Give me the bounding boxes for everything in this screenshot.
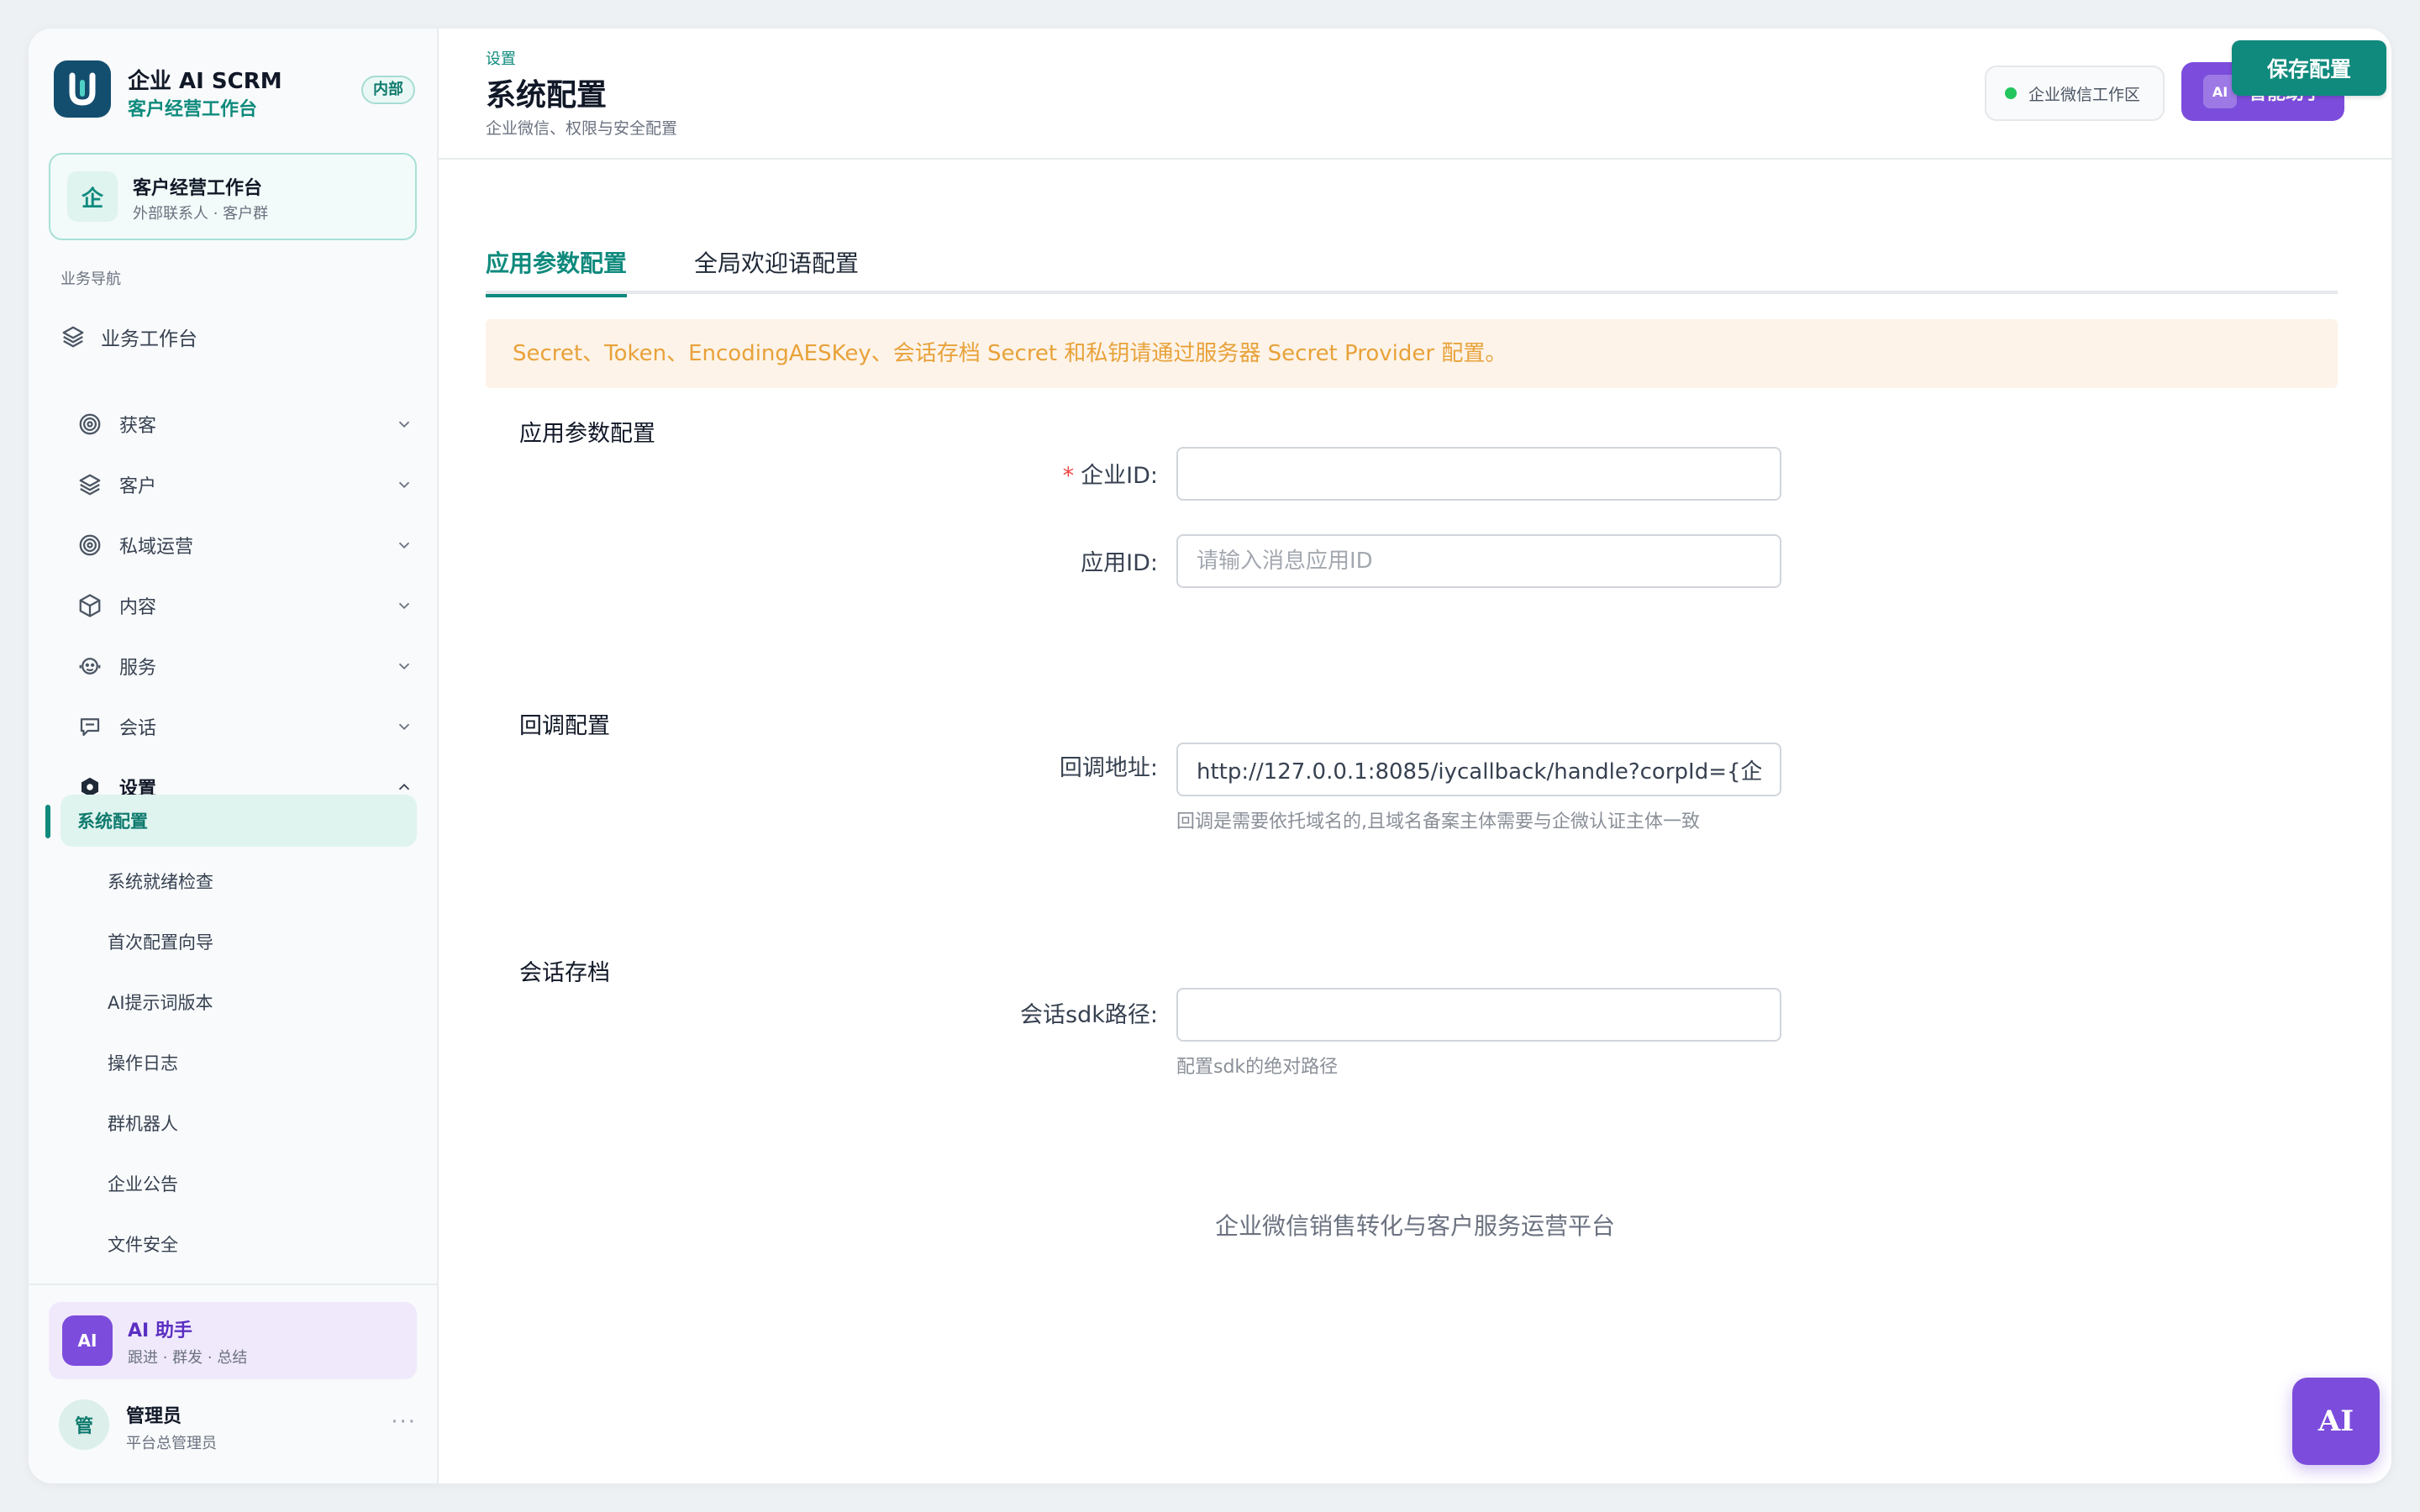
sidebar-item-label: 系统配置 [77, 811, 148, 832]
workspace-title: 客户经营工作台 [133, 178, 263, 199]
sidebar-group-label: 获客 [119, 416, 157, 437]
user-role: 平台总管理员 [126, 1435, 217, 1452]
section-title-callback: 回调配置 [519, 713, 610, 739]
sidebar: 企业 AI SCRM 客户经营工作台 内部 企 客户经营工作台 外部联系人 · … [29, 29, 439, 1483]
sidebar-item-label: 企业公告 [108, 1174, 178, 1194]
headset-icon [79, 658, 101, 675]
layers-icon [62, 326, 84, 348]
sidebar-item-ai-prompt-versions[interactable]: AI提示词版本 [79, 976, 439, 1028]
app-id-input[interactable] [1176, 534, 1781, 588]
sidebar-item-system-config[interactable]: 系统配置 [60, 795, 417, 847]
ai-assistant-card[interactable]: AI AI 助手 跟进 · 群发 · 总结 [49, 1302, 417, 1379]
page-header: 设置 系统配置 企业微信、权限与安全配置 企业微信工作区 AI 智能助手 [439, 29, 2391, 160]
tab-welcome-message[interactable]: 全局欢迎语配置 [694, 245, 859, 294]
app-window: 企业 AI SCRM 客户经营工作台 内部 企 客户经营工作台 外部联系人 · … [29, 29, 2391, 1483]
sidebar-group-content[interactable]: 内容 [77, 585, 413, 627]
internal-badge: 内部 [361, 76, 415, 104]
sidebar-group-customer[interactable]: 客户 [77, 464, 413, 506]
sdk-path-hint: 配置sdk的绝对路径 [1176, 1057, 1339, 1078]
sidebar-item-label: 系统就绪检查 [108, 872, 213, 892]
avatar: 管 [59, 1399, 109, 1450]
sidebar-item-label: AI提示词版本 [108, 993, 213, 1013]
page-title: 系统配置 [486, 78, 608, 113]
chevron-down-icon [398, 723, 410, 731]
sidebar-item-announcement[interactable]: 企业公告 [79, 1158, 439, 1210]
sidebar-group-label: 私域运营 [119, 537, 194, 558]
chat-icon [80, 718, 100, 737]
callback-url-label: 回调地址: [1059, 755, 1158, 781]
sidebar-item-label: 业务工作台 [101, 328, 197, 350]
chevron-up-icon [398, 783, 410, 790]
sidebar-group-label: 客户 [119, 476, 157, 497]
workspace-subtitle: 外部联系人 · 客户群 [133, 205, 269, 223]
sidebar-group-label: 内容 [119, 597, 157, 618]
save-config-button[interactable]: 保存配置 [2232, 40, 2386, 96]
sidebar-item-label: 操作日志 [108, 1053, 178, 1074]
sidebar-item-workbench[interactable]: 业务工作台 [60, 316, 197, 358]
required-mark: * [1062, 463, 1075, 489]
sidebar-item-label: 首次配置向导 [108, 932, 213, 953]
breadcrumb[interactable]: 设置 [486, 47, 516, 69]
sdk-path-input[interactable] [1176, 988, 1781, 1042]
chevron-down-icon [398, 663, 410, 670]
workspace-switcher[interactable]: 企 客户经营工作台 外部联系人 · 客户群 [49, 153, 417, 240]
sidebar-group-acquire[interactable]: 获客 [77, 403, 413, 445]
chevron-down-icon [398, 421, 410, 428]
footer-text: 企业微信销售转化与客户服务运营平台 [1214, 1212, 1615, 1240]
ai-card-subtitle: 跟进 · 群发 · 总结 [128, 1349, 248, 1367]
sidebar-divider [29, 1284, 437, 1285]
sidebar-group-session[interactable]: 会话 [77, 706, 413, 748]
layers-icon [79, 474, 101, 496]
chevron-down-icon [398, 602, 410, 610]
sdk-path-label: 会话sdk路径: [1020, 1002, 1158, 1028]
ai-avatar: AI [62, 1315, 113, 1366]
corp-id-label: * 企业ID: [1062, 463, 1158, 489]
sidebar-item-label: 群机器人 [108, 1114, 178, 1134]
brand-logo-icon [54, 60, 111, 118]
callback-url-input[interactable] [1176, 743, 1781, 796]
nav-section-label: 业务导航 [60, 270, 121, 288]
sidebar-item-operation-log[interactable]: 操作日志 [79, 1037, 439, 1089]
workspace-icon: 企 [67, 171, 118, 222]
active-indicator [45, 805, 50, 838]
status-label: 企业微信工作区 [2028, 85, 2141, 104]
sidebar-item-group-robot[interactable]: 群机器人 [79, 1097, 439, 1149]
sidebar-group-private-ops[interactable]: 私域运营 [77, 524, 413, 566]
sidebar-item-file-security[interactable]: 文件安全 [79, 1218, 439, 1270]
floating-ai-button[interactable]: AI [2292, 1378, 2380, 1465]
status-dot-icon [2005, 87, 2017, 99]
target-icon [79, 534, 101, 556]
workspace-status[interactable]: 企业微信工作区 [1985, 66, 2165, 121]
brand-title: 企业 AI SCRM [128, 69, 282, 94]
brand-subtitle: 客户经营工作台 [128, 99, 258, 120]
sidebar-item-setup-wizard[interactable]: 首次配置向导 [79, 916, 439, 968]
config-tabs: 应用参数配置 全局欢迎语配置 [486, 232, 2338, 297]
tab-app-params[interactable]: 应用参数配置 [486, 245, 628, 297]
sidebar-item-readiness-check[interactable]: 系统就绪检查 [79, 855, 439, 907]
brand: 企业 AI SCRM 客户经营工作台 内部 [54, 60, 415, 120]
page-subtitle: 企业微信、权限与安全配置 [486, 119, 678, 138]
main-content: 设置 系统配置 企业微信、权限与安全配置 企业微信工作区 AI 智能助手 应用参… [439, 29, 2391, 1483]
sidebar-group-label: 服务 [119, 658, 157, 679]
secret-notice: Secret、Token、EncodingAESKey、会话存档 Secret … [486, 319, 2338, 388]
ai-card-title: AI 助手 [128, 1320, 192, 1341]
cube-icon [79, 594, 101, 617]
target-icon [79, 413, 101, 435]
sidebar-group-label: 会话 [119, 718, 157, 739]
more-options-icon[interactable]: ··· [391, 1410, 417, 1435]
section-title-archive: 会话存档 [519, 960, 610, 986]
callback-hint: 回调是需要依托域名的,且域名备案主体需要与企微认证主体一致 [1176, 811, 1700, 832]
corp-id-input[interactable] [1176, 447, 1781, 501]
section-title-app: 应用参数配置 [519, 421, 655, 447]
sidebar-item-label: 文件安全 [108, 1235, 178, 1255]
sidebar-group-service[interactable]: 服务 [77, 645, 413, 687]
chevron-down-icon [398, 542, 410, 549]
chevron-down-icon [398, 481, 410, 489]
user-profile[interactable]: 管 管理员 平台总管理员 ··· [59, 1398, 420, 1453]
user-name: 管理员 [126, 1406, 182, 1427]
app-id-label: 应用ID: [1081, 550, 1158, 576]
